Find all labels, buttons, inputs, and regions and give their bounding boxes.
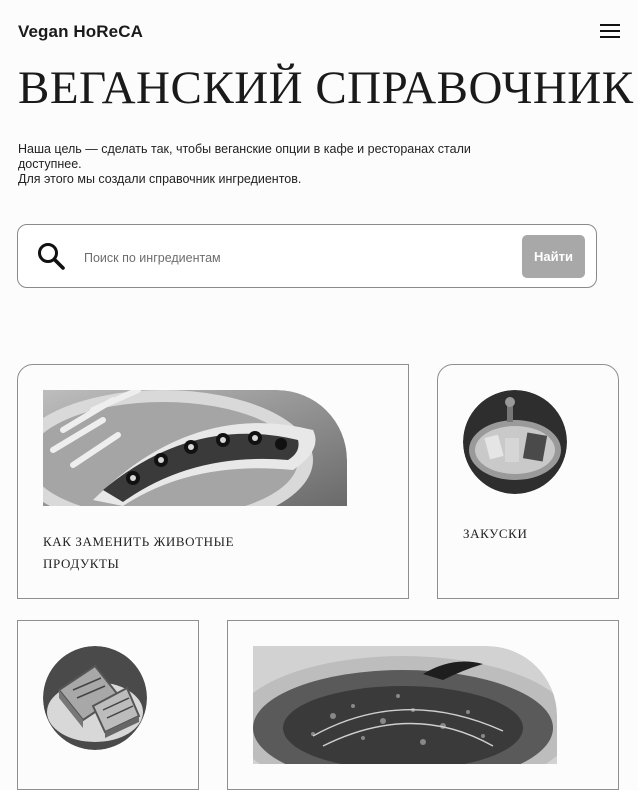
search-bar: Найти: [17, 224, 597, 288]
salad-dish-photo: [253, 646, 557, 764]
sandwich-photo: [43, 646, 147, 750]
intro-line-2: Для этого мы создали справочник ингредие…: [18, 172, 302, 186]
card-label: Закуски: [463, 526, 528, 541]
snacks-platter-photo: [463, 390, 567, 494]
search-button[interactable]: Найти: [522, 235, 585, 278]
search-input[interactable]: [82, 245, 506, 271]
category-card-sandwiches[interactable]: [17, 620, 199, 790]
page-title: ВЕГАНСКИЙ СПРАВОЧНИК: [18, 62, 634, 114]
intro-text: Наша цель — сделать так, чтобы веганские…: [18, 142, 488, 187]
card-label: Как заменить животные продукты: [43, 534, 235, 571]
intro-line-1: Наша цель — сделать так, чтобы веганские…: [18, 142, 471, 171]
category-card-replace-animal-products[interactable]: Как заменить животные продукты: [17, 364, 409, 599]
category-card-dishes[interactable]: [227, 620, 619, 790]
search-icon[interactable]: [36, 241, 66, 271]
site-header: Vegan HoReCA: [18, 20, 620, 44]
category-card-snacks[interactable]: Закуски: [437, 364, 619, 599]
hamburger-menu-icon[interactable]: [600, 22, 620, 40]
brand-logo[interactable]: Vegan HoReCA: [18, 20, 620, 44]
hot-dog-photo: [43, 390, 347, 506]
